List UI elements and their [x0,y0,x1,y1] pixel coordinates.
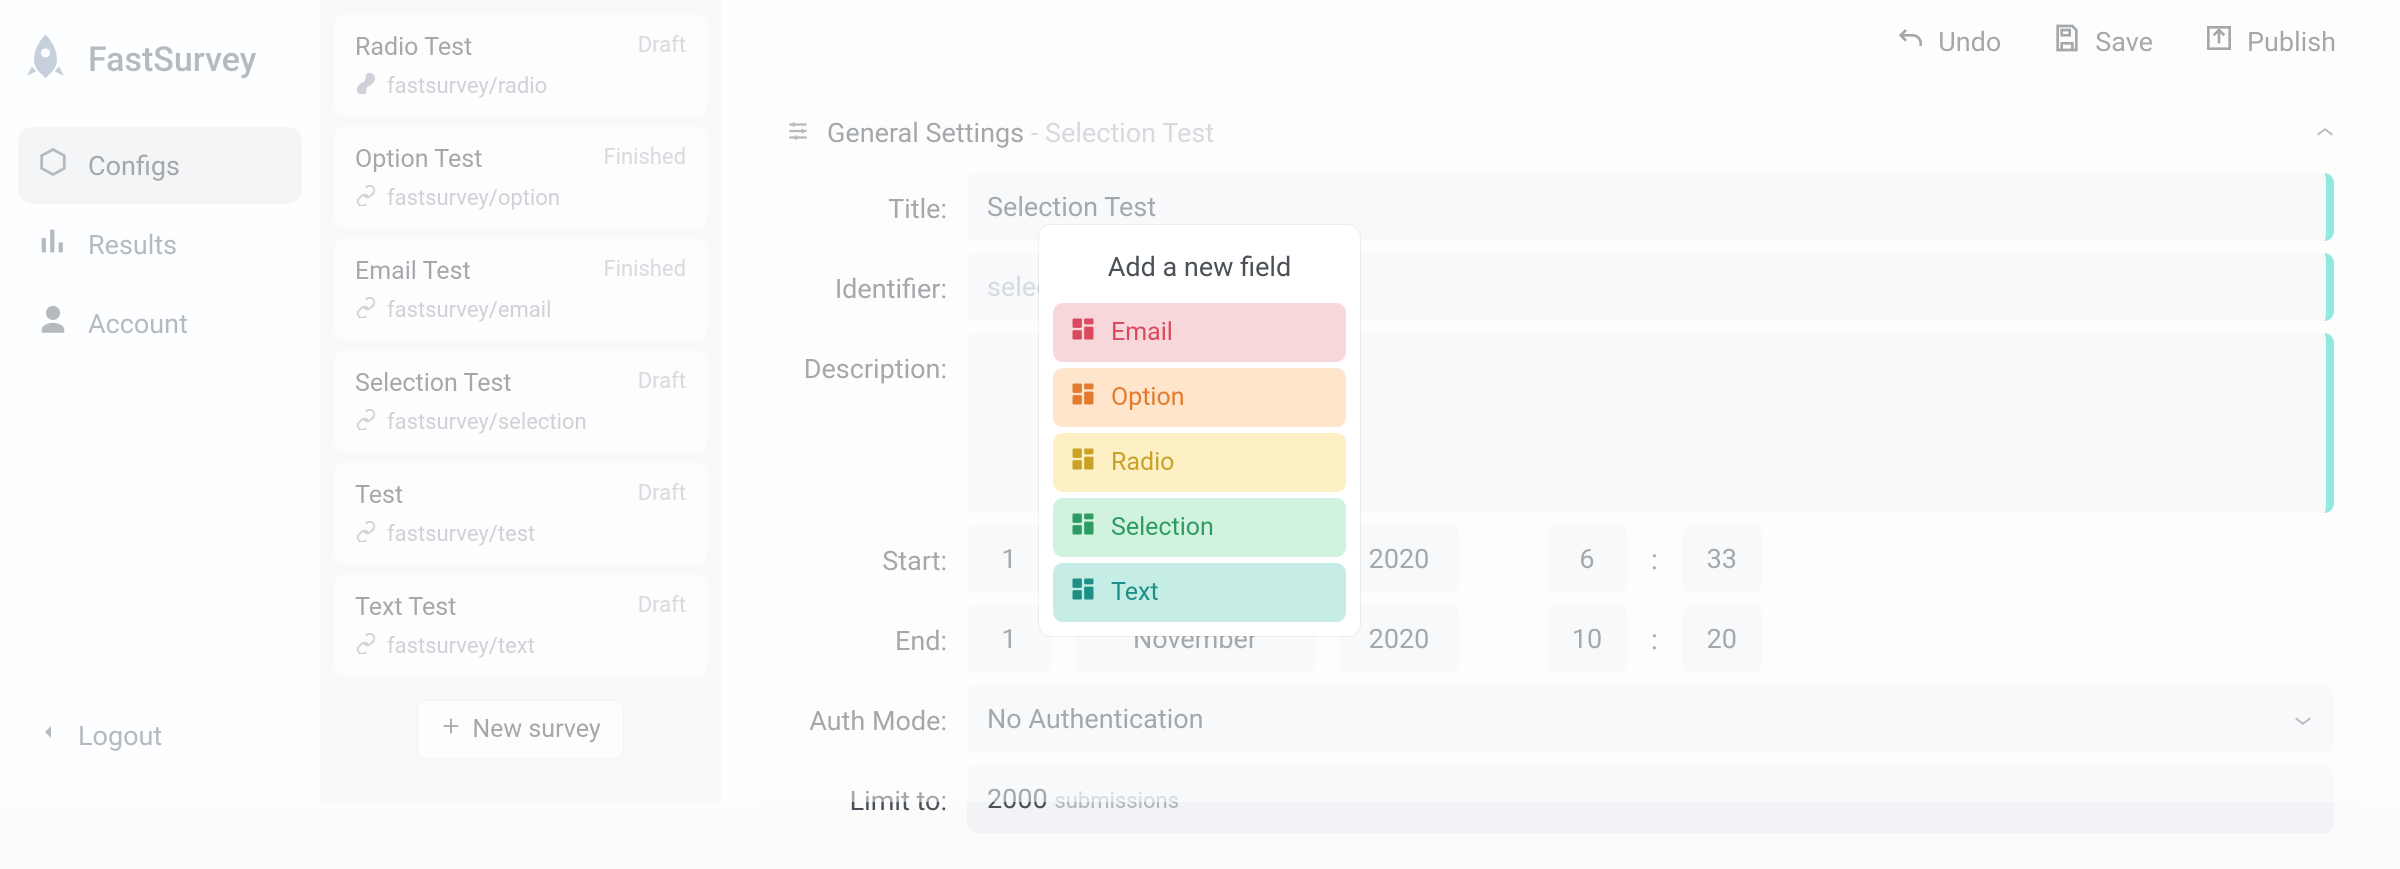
field-option-selection[interactable]: Selection [1053,498,1346,557]
dashboard-icon [1069,510,1097,545]
dashboard-icon [1069,315,1097,350]
option-label: Selection [1111,513,1214,542]
option-label: Email [1111,318,1173,347]
field-option-option[interactable]: Option [1053,368,1346,427]
field-option-radio[interactable]: Radio [1053,433,1346,492]
modal-title: Add a new field [1053,251,1346,283]
field-option-email[interactable]: Email [1053,303,1346,362]
field-option-text[interactable]: Text [1053,563,1346,622]
dashboard-icon [1069,575,1097,610]
dashboard-icon [1069,380,1097,415]
option-label: Text [1111,578,1159,607]
dashboard-icon [1069,445,1097,480]
add-field-modal: Add a new field Email Option Radio Selec… [1039,225,1360,636]
option-label: Radio [1111,448,1174,477]
option-label: Option [1111,383,1185,412]
